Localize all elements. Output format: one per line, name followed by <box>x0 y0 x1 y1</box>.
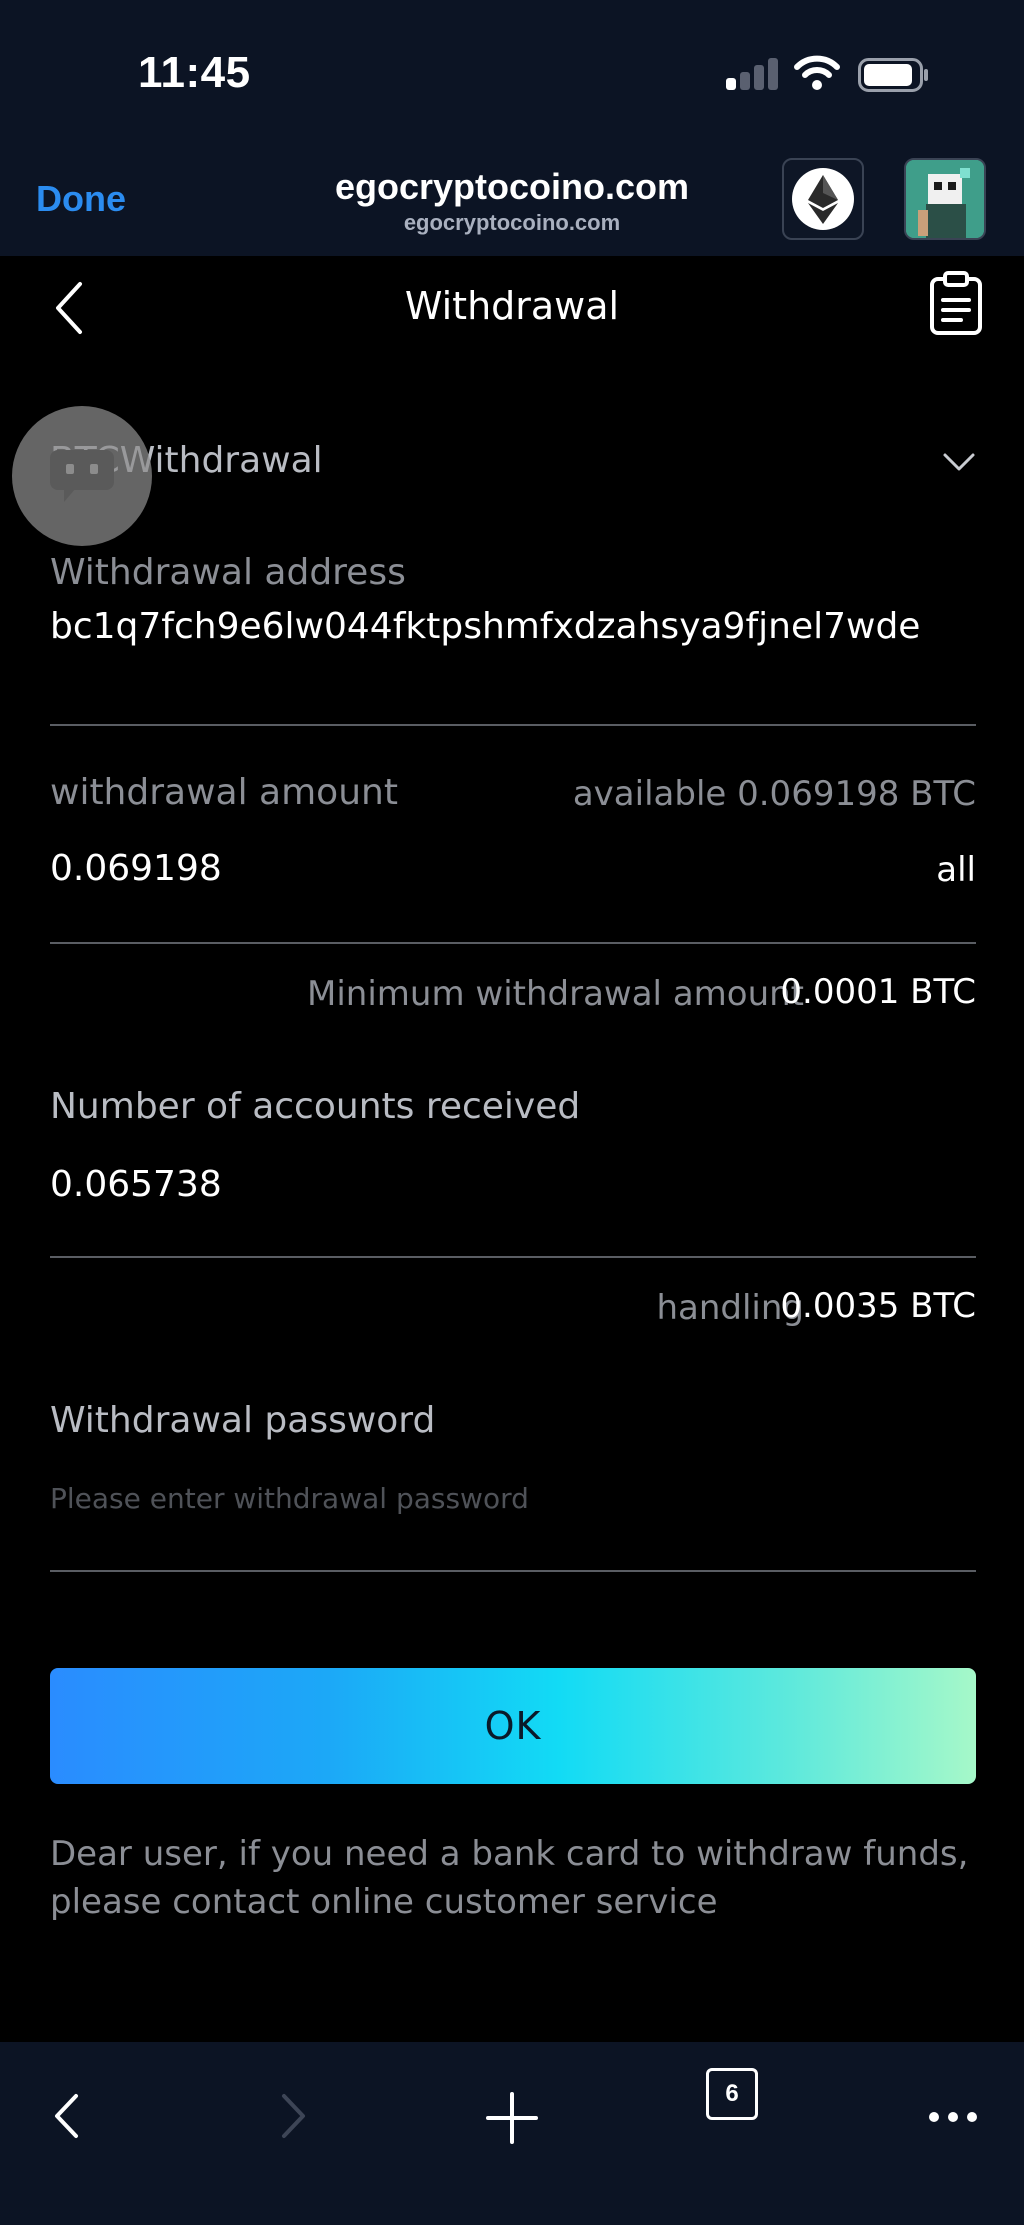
password-label: Withdrawal password <box>50 1400 436 1441</box>
chevron-down-icon <box>943 453 975 471</box>
wallet-network-button[interactable] <box>782 158 864 240</box>
amount-label: withdrawal amount <box>50 772 398 813</box>
record-icon[interactable] <box>928 270 984 336</box>
divider <box>50 724 976 726</box>
site-subtitle: egocryptocoino.com <box>403 210 621 235</box>
all-button[interactable]: all <box>936 850 976 890</box>
site-title: egocryptocoino.com <box>334 166 690 207</box>
amount-field[interactable]: 0.069198 <box>50 848 222 889</box>
cellular-signal-icon <box>726 58 778 90</box>
divider <box>50 1256 976 1258</box>
more-icon[interactable] <box>928 2110 978 2124</box>
available-balance: available 0.069198 BTC <box>572 774 976 814</box>
browser-toolbar <box>0 2042 1024 2225</box>
battery-icon <box>858 58 928 92</box>
address-label: Withdrawal address <box>50 552 406 593</box>
wifi-icon <box>794 55 840 90</box>
page-title: Withdrawal <box>404 284 620 328</box>
notice-text: Dear user, if you need a bank card to wi… <box>50 1834 969 1922</box>
received-value: 0.065738 <box>50 1164 222 1205</box>
minimum-label: Minimum withdrawal amount <box>307 974 804 1014</box>
tabs-button[interactable]: 6 <box>706 2068 758 2120</box>
handling-value: 0.0035 BTC <box>780 1286 976 1326</box>
divider <box>50 1570 976 1572</box>
divider <box>50 942 976 944</box>
browser-back-icon[interactable] <box>52 2092 80 2140</box>
password-input[interactable]: Please enter withdrawal password <box>50 1482 529 1515</box>
avatar-image <box>906 160 984 238</box>
customer-service-button[interactable] <box>12 406 152 546</box>
address-field[interactable]: bc1q7fch9e6lw044fktpshmfxdzahsya9fjnel7w… <box>50 606 920 647</box>
new-tab-icon[interactable] <box>486 2092 538 2144</box>
minimum-value: 0.0001 BTC <box>780 972 976 1012</box>
ethereum-icon <box>792 168 854 230</box>
ok-button[interactable]: OK <box>50 1668 976 1784</box>
browser-forward-icon <box>282 2094 305 2138</box>
coin-selector[interactable]: BTCWithdrawal <box>50 436 976 496</box>
received-label: Number of accounts received <box>50 1086 581 1127</box>
avatar[interactable] <box>904 158 986 240</box>
chat-icon <box>50 450 114 502</box>
ok-button-label: OK <box>484 1704 542 1748</box>
status-time: 11:45 <box>138 48 251 97</box>
browser-header: 11:45 Done egocryptocoino.com egocryptoc… <box>0 0 1024 256</box>
